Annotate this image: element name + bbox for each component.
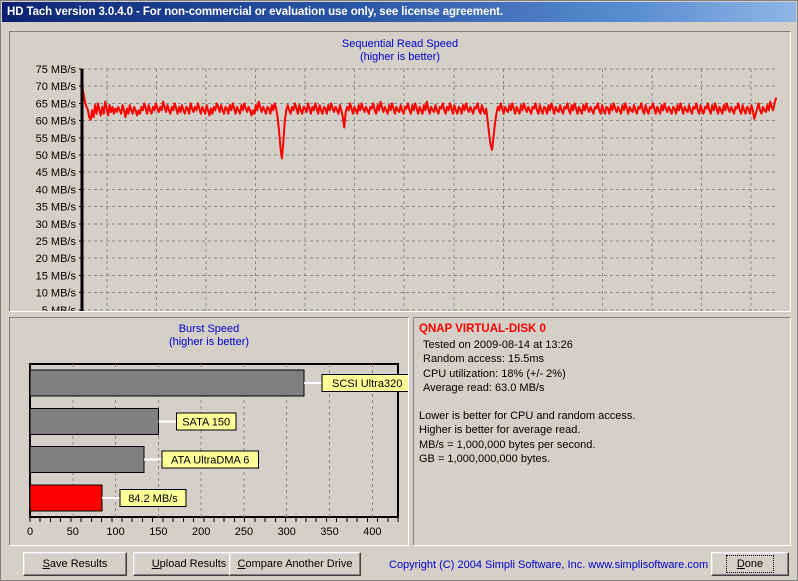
info-note-mbs: MB/s = 1,000,000 bytes per second. xyxy=(419,438,596,451)
tested-on-label: Tested on 2009-08-14 at 13:26 xyxy=(423,338,573,351)
svg-text:84.2 MB/s: 84.2 MB/s xyxy=(128,493,178,505)
svg-text:65 MB/s: 65 MB/s xyxy=(36,98,77,110)
hd-tach-window: HD Tach version 3.0.4.0 - For non-commer… xyxy=(0,0,798,581)
window-title-bar: HD Tach version 3.0.4.0 - For non-commer… xyxy=(2,2,796,22)
svg-text:40 MB/s: 40 MB/s xyxy=(36,184,77,196)
done-button[interactable]: Done xyxy=(711,552,789,576)
svg-text:15 MB/s: 15 MB/s xyxy=(36,270,77,282)
svg-text:60 MB/s: 60 MB/s xyxy=(36,116,77,128)
svg-text:SATA 150: SATA 150 xyxy=(182,416,230,428)
save-results-button[interactable]: Save Results xyxy=(23,552,127,576)
random-access-label: Random access: 15.5ms xyxy=(423,353,545,365)
svg-text:75 MB/s: 75 MB/s xyxy=(36,64,77,76)
upload-results-button-label: Upload Results xyxy=(152,558,227,570)
upload-label-rest: pload Results xyxy=(159,558,227,570)
svg-text:35 MB/s: 35 MB/s xyxy=(36,202,77,214)
svg-text:300: 300 xyxy=(278,526,296,538)
compare-label-rest: ompare Another Drive xyxy=(245,558,353,570)
done-accel-char: D xyxy=(736,558,745,570)
drive-info-panel: QNAP VIRTUAL-DISK 0 Tested on 2009-08-14… xyxy=(413,317,791,546)
sequential-read-chart-svg: 0 MB/s5 MB/s10 MB/s15 MB/s20 MB/s25 MB/s… xyxy=(36,64,777,311)
svg-text:50: 50 xyxy=(67,526,79,538)
svg-text:ATA UltraDMA 6: ATA UltraDMA 6 xyxy=(171,455,249,467)
average-read-label: Average read: 63.0 MB/s xyxy=(423,382,545,394)
svg-text:0: 0 xyxy=(27,526,33,538)
svg-text:50 MB/s: 50 MB/s xyxy=(36,150,77,162)
cpu-utilization-label: CPU utilization: 18% (+/- 2%) xyxy=(423,367,566,380)
window-title: HD Tach version 3.0.4.0 - For non-commer… xyxy=(7,6,504,18)
save-label-rest: ave Results xyxy=(49,558,108,570)
upload-accel-char: U xyxy=(151,558,160,570)
info-note-gb: GB = 1,000,000,000 bytes. xyxy=(419,453,551,465)
svg-text:25 MB/s: 25 MB/s xyxy=(36,236,77,248)
drive-name-label: QNAP VIRTUAL-DISK 0 xyxy=(419,323,546,335)
svg-text:400: 400 xyxy=(363,526,381,538)
svg-text:200: 200 xyxy=(192,526,210,538)
svg-text:5 MB/s: 5 MB/s xyxy=(42,305,77,311)
save-accel-char: S xyxy=(42,558,50,570)
burst-speed-chart-panel: Burst Speed (higher is better) SCSI Ultr… xyxy=(9,317,409,546)
sequential-read-chart-panel: Sequential Read Speed (higher is better)… xyxy=(9,31,791,312)
drive-info-text: QNAP VIRTUAL-DISK 0 Tested on 2009-08-14… xyxy=(419,322,785,467)
compare-button-label: Compare Another Drive xyxy=(238,558,353,570)
info-note-cpu: Lower is better for CPU and random acces… xyxy=(419,409,636,422)
svg-text:20 MB/s: 20 MB/s xyxy=(36,253,77,265)
svg-text:45 MB/s: 45 MB/s xyxy=(36,167,77,179)
done-button-focus-ring: Done xyxy=(725,555,775,573)
svg-text:250: 250 xyxy=(235,526,253,538)
done-label-rest: one xyxy=(744,558,764,570)
copyright-label: Copyright (C) 2004 Simpli Software, Inc.… xyxy=(389,559,709,571)
svg-text:350: 350 xyxy=(320,526,338,538)
svg-text:100: 100 xyxy=(106,526,124,538)
svg-text:70 MB/s: 70 MB/s xyxy=(36,81,77,93)
svg-text:150: 150 xyxy=(149,526,167,538)
burst-speed-chart-svg: SCSI Ultra320 SATA 150 ATA UltraDMA 6 84.2 … xyxy=(27,363,408,538)
save-results-button-label: Save Results xyxy=(43,558,108,570)
svg-text:30 MB/s: 30 MB/s xyxy=(36,219,77,231)
info-note-read: Higher is better for average read. xyxy=(419,424,581,436)
compare-another-drive-button[interactable]: Compare Another Drive xyxy=(229,552,361,576)
svg-text:55 MB/s: 55 MB/s xyxy=(36,133,77,145)
svg-text:SCSI Ultra320: SCSI Ultra320 xyxy=(332,378,402,390)
svg-text:10 MB/s: 10 MB/s xyxy=(36,288,77,300)
